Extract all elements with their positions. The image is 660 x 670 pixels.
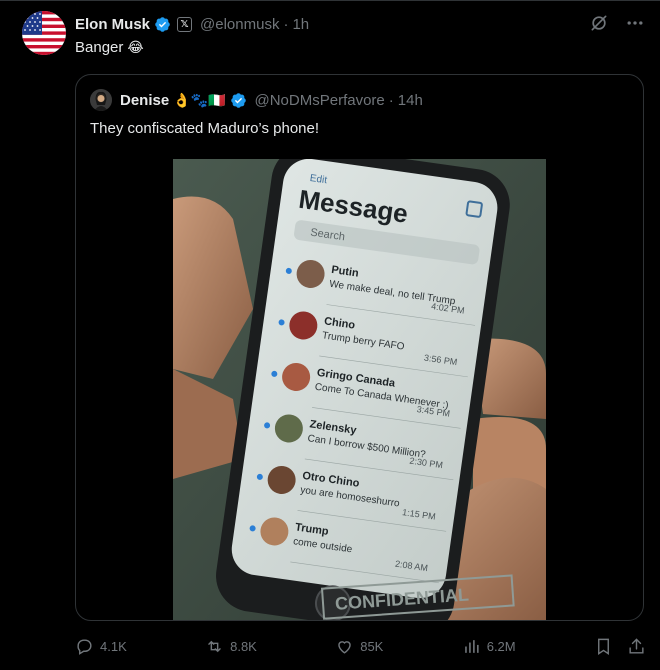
share-button[interactable] [627, 637, 646, 656]
author-name[interactable]: Elon Musk [75, 16, 150, 33]
post-container: Elon Musk 𝕏 @elonmusk · 1h Banger 😂 Deni… [0, 0, 660, 670]
action-bar: 4.1K 8.8K 85K 6.2M [75, 633, 646, 659]
author-handle[interactable]: @elonmusk [200, 16, 279, 33]
verified-badge-icon [230, 92, 247, 109]
post-time[interactable]: 1h [292, 16, 309, 33]
post-top-actions [588, 12, 646, 34]
reply-icon [77, 638, 92, 655]
quoted-handle: @NoDMsPerfavore [254, 91, 385, 109]
bar-right-actions [594, 637, 646, 656]
quoted-text: They confiscated Maduro’s phone! [90, 120, 320, 137]
quoted-post[interactable]: Denise 👌🐾🇮🇹 @NoDMsPerfavore · 14h They c… [75, 74, 644, 621]
repost-button[interactable]: 8.8K [205, 637, 257, 656]
separator: · [388, 91, 394, 109]
views-button[interactable]: 6.2M [462, 637, 516, 656]
like-button[interactable]: 85K [335, 637, 383, 656]
separator: · [283, 15, 289, 33]
more-icon[interactable] [624, 12, 646, 34]
repost-count: 8.8K [230, 638, 257, 654]
media-image[interactable]: Edit Message Search Putin We make deal, n… [173, 159, 546, 620]
x-affiliate-icon: 𝕏 [177, 16, 193, 32]
name-emojis: 👌🐾🇮🇹 [173, 91, 226, 108]
bookmark-icon [598, 638, 609, 655]
quoted-author-name: Denise [120, 91, 170, 109]
quoted-header: Denise 👌🐾🇮🇹 @NoDMsPerfavore · 14h [90, 89, 423, 111]
reply-button[interactable]: 4.1K [75, 637, 127, 656]
post-header: Elon Musk 𝕏 @elonmusk · 1h [75, 14, 309, 34]
top-divider [0, 0, 660, 1]
share-icon [629, 637, 644, 654]
laughing-emoji: 😂 [127, 39, 144, 55]
verified-badge-icon [154, 16, 171, 33]
quoted-avatar [90, 89, 112, 111]
view-count: 6.2M [486, 638, 516, 654]
quoted-time: 14h [397, 91, 423, 109]
post-text: Banger 😂 [75, 39, 144, 56]
grok-icon[interactable] [588, 12, 610, 34]
views-icon [464, 639, 479, 653]
post-text-body: Banger [75, 39, 124, 56]
repost-icon [208, 640, 221, 652]
like-count: 85K [360, 638, 384, 654]
avatar[interactable] [22, 11, 66, 55]
bookmark-button[interactable] [594, 637, 613, 656]
like-icon [338, 640, 351, 654]
reply-count: 4.1K [100, 638, 127, 654]
